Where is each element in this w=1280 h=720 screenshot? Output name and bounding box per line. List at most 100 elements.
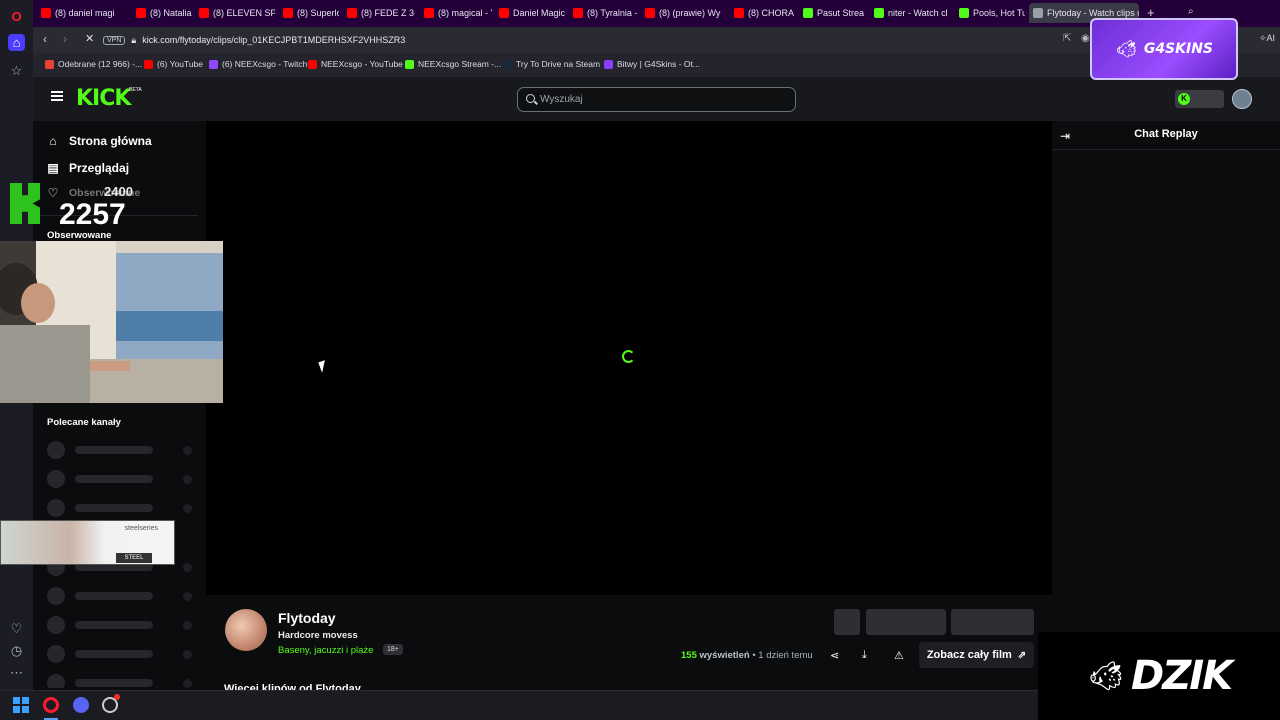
bookmark-label: Odebrane (12 966) -...	[58, 59, 143, 69]
bookmark-item[interactable]: Try To Drive na Steam	[503, 59, 600, 69]
browser-tab[interactable]: (8) CHORA BAR	[730, 3, 795, 23]
bookmark-item[interactable]: NEEXcsgo - YouTube	[308, 59, 403, 69]
tab-favicon-icon	[734, 8, 744, 18]
back-icon[interactable]: ‹	[43, 32, 47, 46]
g4skins-overlay: 🐗︎ G4SKINS	[1090, 18, 1238, 80]
tab-label: (8) daniel magi	[55, 8, 115, 18]
bookmark-label: (6) YouTube	[157, 59, 203, 69]
nav-home[interactable]: ⌂ Strona główna	[47, 134, 152, 148]
url-text[interactable]: kick.com/flytoday/clips/clip_01KECJPBT1M…	[142, 35, 405, 45]
kick-logo[interactable]: KICK	[76, 86, 131, 111]
download-icon[interactable]: ⤓	[862, 649, 867, 662]
opera-taskbar-icon[interactable]	[43, 697, 59, 713]
tab-label: (8) ELEVEN SPO	[213, 8, 275, 18]
tab-favicon-icon	[41, 8, 51, 18]
bookmark-label: Bitwy | G4Skins - Ot...	[617, 59, 700, 69]
windows-start-icon[interactable]	[13, 697, 29, 713]
bookmark-label: (6) NEEXcsgo - Twitch	[222, 59, 308, 69]
browser-tab[interactable]: niter - Watch cl	[870, 3, 950, 23]
score-overlay: 2400 2257	[0, 183, 150, 231]
tab-favicon-icon	[874, 8, 884, 18]
tab-favicon-icon	[347, 8, 357, 18]
browser-tab[interactable]: Pasut Strea	[799, 3, 867, 23]
avatar[interactable]	[1232, 89, 1252, 109]
menu-icon[interactable]	[51, 91, 63, 101]
views-meta: 155 wyświetleń • 1 dzień temu	[681, 650, 813, 661]
report-icon[interactable]: ⚠	[894, 649, 904, 662]
vpn-badge[interactable]: VPN	[103, 35, 126, 45]
bookmark-favicon-icon	[604, 59, 613, 69]
share-icon[interactable]: ⋖	[830, 649, 839, 662]
history-icon[interactable]: ◷	[8, 642, 25, 659]
skeleton-button	[951, 609, 1034, 635]
more-icon[interactable]: ⋯	[8, 664, 25, 681]
browser-tab[interactable]: (8) Natalia wyrz	[132, 3, 192, 23]
ai-icon[interactable]: ✧AI	[1259, 33, 1275, 44]
channel-avatar[interactable]	[225, 609, 267, 651]
bookmark-item[interactable]: Bitwy | G4Skins - Ot...	[604, 59, 700, 69]
webcam-image	[0, 241, 223, 403]
bookmark-item[interactable]: Odebrane (12 966) -...	[45, 59, 142, 69]
chat-panel: ⇥ Chat Replay	[1052, 121, 1280, 690]
tab-search-icon[interactable]: ⌕	[1188, 6, 1194, 17]
stop-icon[interactable]: ✕	[85, 32, 94, 45]
tab-label: (8) Natalia wyrz	[150, 8, 192, 18]
nav-browse[interactable]: ▤ Przeglądaj	[47, 161, 129, 175]
tab-favicon-icon	[499, 8, 509, 18]
time-ago: • 1 dzień temu	[752, 650, 813, 661]
bookmark-favicon-icon	[45, 59, 54, 69]
list-item	[47, 470, 197, 488]
tab-label: (8) FEDE Z 3-FU	[361, 8, 415, 18]
loading-spinner-icon	[622, 350, 635, 363]
url-field[interactable]: VPN 🔒︎ kick.com/flytoday/clips/clip_01KE…	[103, 31, 1113, 49]
bookmark-item[interactable]: NEEXcsgo Stream -...	[405, 59, 501, 69]
browser-tab[interactable]: (8) (prawie) Wy	[641, 3, 726, 23]
opera-logo-icon[interactable]: O	[8, 8, 25, 25]
browser-tab[interactable]: Pools, Hot Tub	[955, 3, 1025, 23]
video-player[interactable]	[206, 121, 1052, 595]
tab-label: Pasut Strea	[817, 8, 865, 18]
home-icon[interactable]: ⌂	[8, 34, 25, 51]
views-label: wyświetleń	[699, 650, 750, 661]
discord-icon[interactable]	[73, 697, 89, 713]
browser-tab[interactable]: (8) magical - Yo	[420, 3, 492, 23]
bookmark-favicon-icon	[209, 59, 218, 69]
kick-beta-label: BETA	[129, 87, 142, 93]
tab-favicon-icon	[803, 8, 813, 18]
browser-tab[interactable]: (8) FEDE Z 3-FU	[343, 3, 415, 23]
camera-icon[interactable]: ◉	[1081, 33, 1090, 44]
browser-tab[interactable]: (8) Tyralnia - Yo	[569, 3, 639, 23]
share-icon[interactable]: ⇱	[1063, 33, 1071, 44]
kick-header: KICK BETA Wyszukaj K	[33, 77, 1280, 121]
browser-tab[interactable]: Daniel Magical	[495, 3, 565, 23]
heart-icon[interactable]: ♡	[8, 620, 25, 637]
tab-label: Flytoday - Watch clips on	[1047, 8, 1139, 18]
search-icon	[526, 94, 535, 103]
channel-name[interactable]: Flytoday	[278, 610, 336, 626]
skeleton-button	[866, 609, 946, 635]
score-current: 2257	[59, 198, 126, 231]
watch-full-video-button[interactable]: Zobacz cały film ⇗	[919, 642, 1034, 668]
search-input[interactable]: Wyszukaj	[517, 87, 796, 112]
browser-tab[interactable]: (8) ELEVEN SPO	[195, 3, 275, 23]
nav-home-label: Strona główna	[69, 134, 152, 148]
category-link[interactable]: Baseny, jacuzzi i plaże	[278, 645, 373, 656]
ad-button: STEEL	[116, 553, 152, 563]
star-icon[interactable]: ☆	[8, 62, 25, 79]
tab-favicon-icon	[283, 8, 293, 18]
bookmark-item[interactable]: (6) NEEXcsgo - Twitch	[209, 59, 307, 69]
forward-icon[interactable]: ›	[63, 32, 67, 46]
home-icon: ⌂	[49, 134, 57, 148]
views-count: 155	[681, 650, 697, 661]
kick-k-logo-icon	[10, 183, 40, 224]
tab-label: Pools, Hot Tub	[973, 8, 1025, 18]
browser-tab[interactable]: (8) daniel magi	[37, 3, 127, 23]
tab-favicon-icon	[959, 8, 969, 18]
tab-label: (8) (prawie) Wy	[659, 8, 721, 18]
bookmark-item[interactable]: (6) YouTube	[144, 59, 203, 69]
bookmark-favicon-icon	[308, 59, 317, 69]
app-icon[interactable]	[102, 694, 120, 713]
kick-toggle[interactable]: K	[1175, 90, 1224, 108]
nav-browse-label: Przeglądaj	[69, 161, 130, 175]
browser-tab[interactable]: (8) Superlo	[279, 3, 339, 23]
